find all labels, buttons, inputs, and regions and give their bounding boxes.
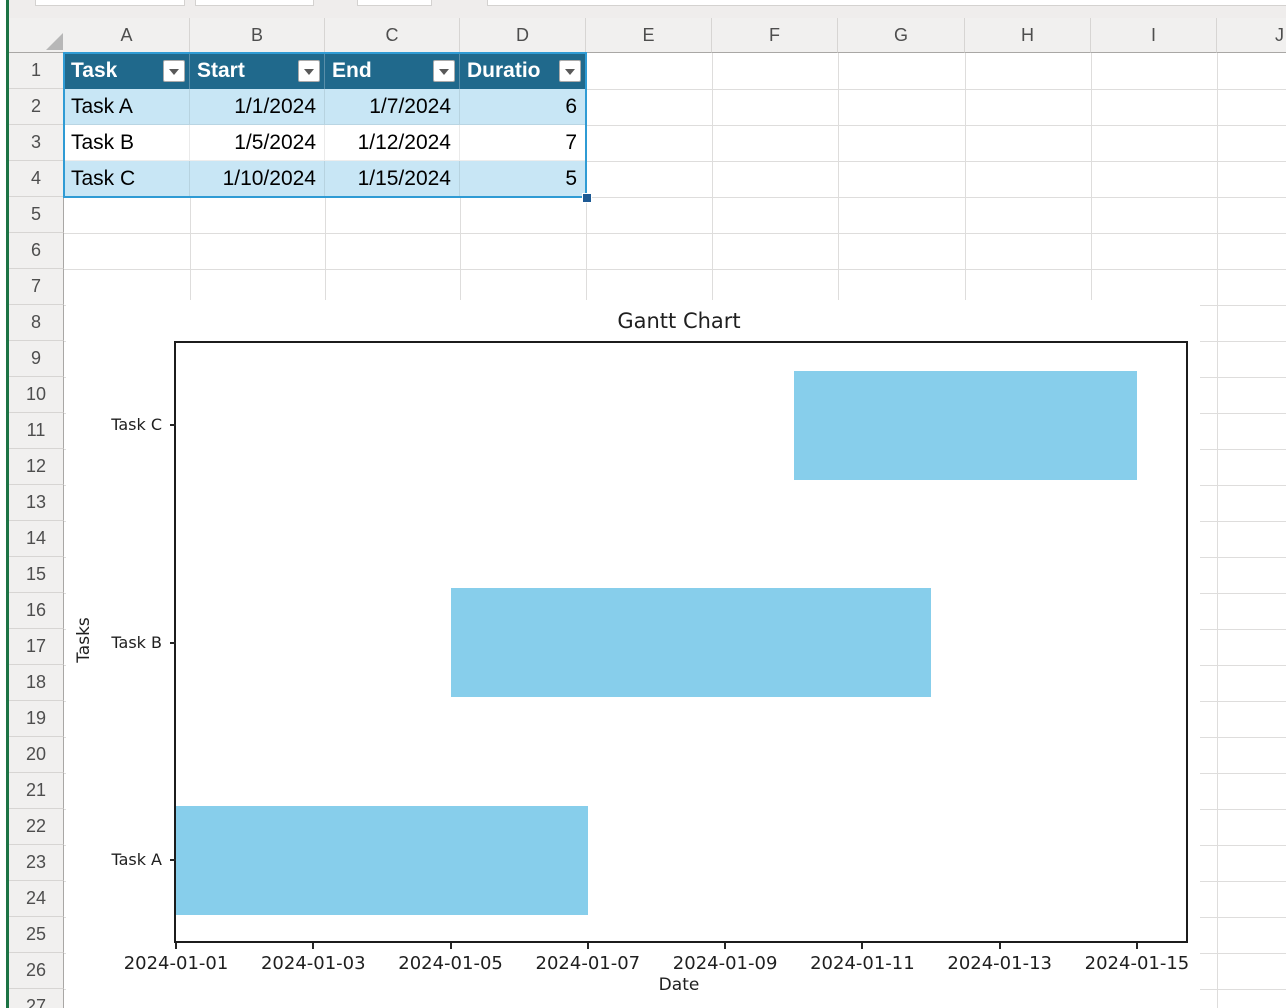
row-header-6[interactable]: 6	[9, 233, 64, 269]
x-tick-mark	[586, 943, 589, 949]
row-header-10[interactable]: 10	[9, 377, 64, 413]
row-header-5[interactable]: 5	[9, 197, 64, 233]
row-header-24[interactable]: 24	[9, 881, 64, 917]
row-header-14[interactable]: 14	[9, 521, 64, 557]
row-header-8[interactable]: 8	[9, 305, 64, 341]
row-header-7[interactable]: 7	[9, 269, 64, 305]
column-header-J[interactable]: J	[1217, 18, 1286, 53]
row-header-26[interactable]: 26	[9, 953, 64, 989]
row-header-1[interactable]: 1	[9, 53, 64, 89]
excel-app-window: ABCDEFGHIJ 1 2 3 4 5 6 7 8 9 10 11 12 13 14 15 16 17 18 19…	[0, 0, 1286, 1008]
toolbar-edge-segment	[195, 0, 314, 6]
x-tick-mark	[175, 943, 177, 949]
row-header-16[interactable]: 16	[9, 593, 64, 629]
row-header-4[interactable]: 4	[9, 161, 64, 197]
fill-handle[interactable]	[582, 193, 592, 203]
toolbar-edge-segment	[357, 0, 432, 6]
gantt-bar-task-a	[176, 805, 588, 915]
x-tick-mark	[998, 943, 1001, 949]
row-header-11[interactable]: 11	[9, 413, 64, 449]
row-header-9[interactable]: 9	[9, 341, 64, 377]
row-header-25[interactable]: 25	[9, 917, 64, 953]
row-header-21[interactable]: 21	[9, 773, 64, 809]
x-tick-label: 2024-01-05	[398, 953, 503, 974]
column-header-G[interactable]: G	[838, 18, 965, 53]
column-header-B[interactable]: B	[190, 18, 325, 53]
row-header-22[interactable]: 22	[9, 809, 64, 845]
x-tick-mark	[861, 943, 864, 949]
excel-table: TaskStartEndDurationTask A1/1/20241/7/20…	[63, 52, 592, 203]
ribbon-bottom-strip	[0, 0, 1286, 18]
y-tick-mark	[170, 859, 176, 862]
gantt-bar-task-c	[793, 370, 1137, 480]
row-header-12[interactable]: 12	[9, 449, 64, 485]
x-tick-label: 2024-01-13	[947, 953, 1052, 974]
selection-border	[63, 52, 587, 198]
y-tick-mark	[170, 424, 176, 427]
x-tick-label: 2024-01-07	[535, 953, 641, 974]
select-all-corner[interactable]	[9, 18, 65, 53]
y-axis-label: Tasks	[74, 617, 94, 663]
row-header-27[interactable]: 27	[9, 989, 64, 1008]
x-axis-label: Date	[658, 975, 700, 995]
row-header-13[interactable]: 13	[9, 485, 64, 521]
x-tick-mark	[449, 943, 452, 949]
column-header-I[interactable]: I	[1091, 18, 1217, 53]
x-tick-label: 2024-01-09	[672, 953, 778, 974]
column-header-H[interactable]: H	[965, 18, 1091, 53]
x-tick-mark	[724, 943, 727, 949]
row-header-3[interactable]: 3	[9, 125, 64, 161]
row-header-17[interactable]: 17	[9, 629, 64, 665]
row-header-23[interactable]: 23	[9, 845, 64, 881]
x-tick-mark	[1135, 943, 1138, 949]
toolbar-edge-segment	[487, 0, 1286, 6]
x-tick-label: 2024-01-03	[260, 953, 366, 974]
row-header-18[interactable]: 18	[9, 665, 64, 701]
row-header-19[interactable]: 19	[9, 701, 64, 737]
column-header-C[interactable]: C	[325, 18, 460, 53]
gridline-horizontal	[64, 269, 1286, 270]
row-header-20[interactable]: 20	[9, 737, 64, 773]
column-header-E[interactable]: E	[586, 18, 712, 53]
column-header-F[interactable]: F	[712, 18, 838, 53]
gantt-bar-task-b	[450, 588, 932, 698]
y-tick-mark	[170, 641, 176, 644]
column-header-D[interactable]: D	[460, 18, 586, 53]
select-all-triangle-icon	[46, 33, 63, 50]
toolbar-edge-segment	[35, 0, 185, 6]
x-tick-label: 2024-01-11	[810, 953, 915, 974]
row-header-2[interactable]: 2	[9, 89, 64, 125]
x-tick-label: 2024-01-01	[123, 953, 229, 974]
x-tick-mark	[312, 943, 315, 949]
gridline-horizontal	[64, 233, 1286, 234]
x-tick-label: 2024-01-15	[1084, 953, 1190, 974]
y-tick-label: Task C	[111, 415, 162, 435]
gantt-chart-object[interactable]: Gantt Chart 2024-01-01 2024-01-03 2024-01-…	[66, 300, 1200, 1008]
y-tick-label: Task A	[111, 850, 162, 870]
chart-title: Gantt Chart	[617, 309, 741, 333]
column-header-A[interactable]: A	[64, 18, 190, 53]
row-header-15[interactable]: 15	[9, 557, 64, 593]
